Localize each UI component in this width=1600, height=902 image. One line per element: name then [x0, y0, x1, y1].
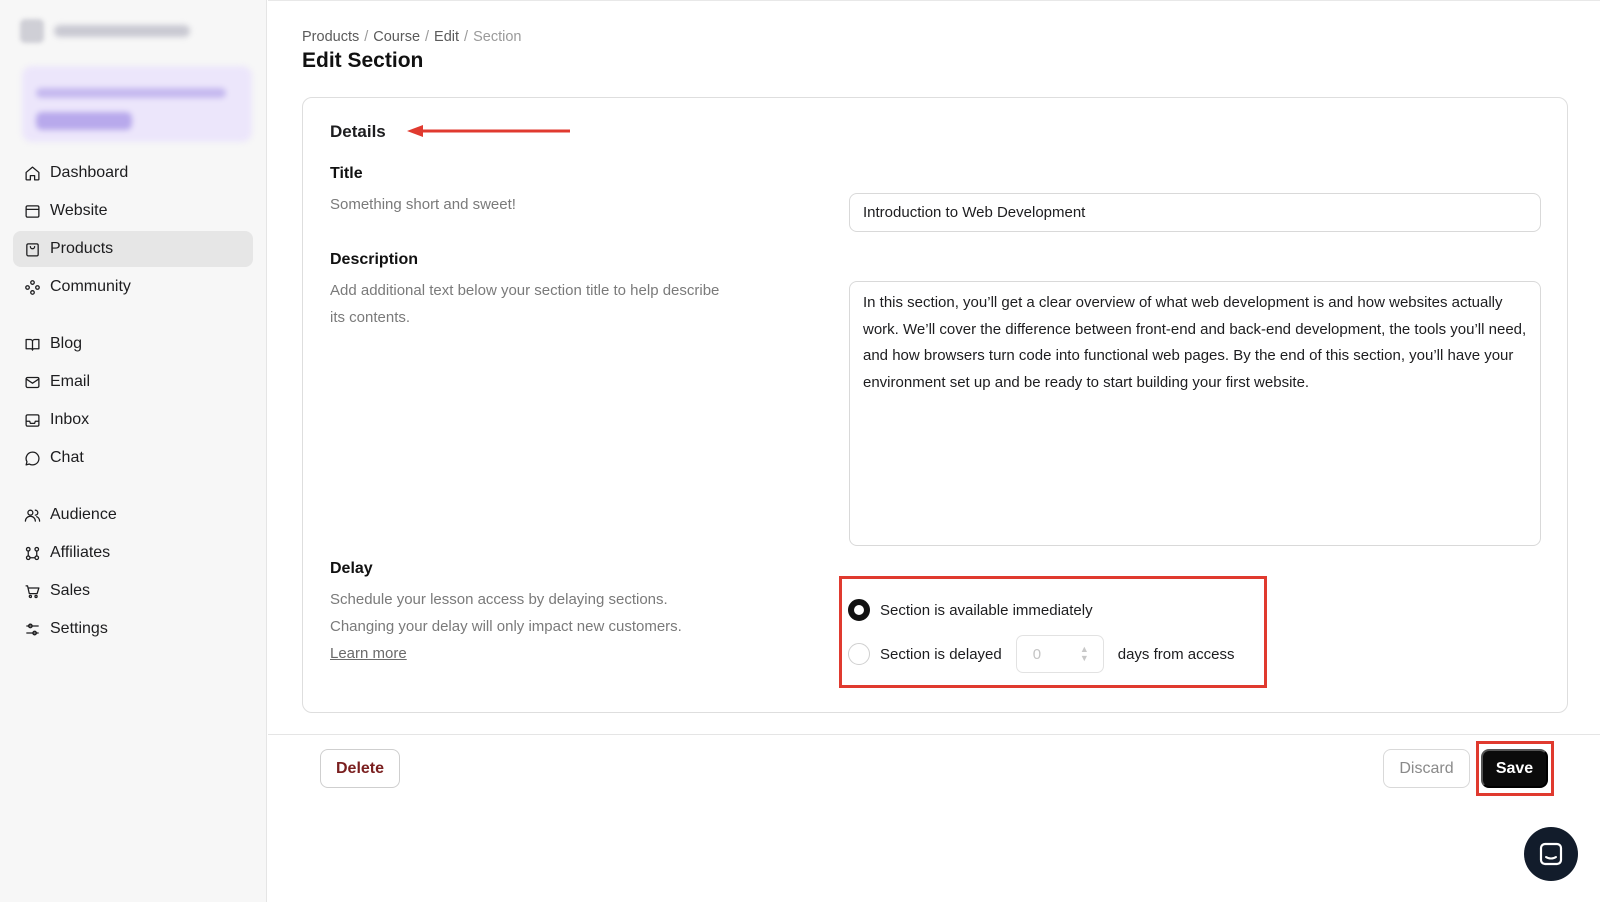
nav-group-content: Blog Email Inbox Chat — [13, 326, 253, 476]
delay-option-immediate[interactable]: Section is available immediately — [848, 599, 1093, 621]
promo-banner[interactable] — [22, 66, 252, 142]
delay-options-highlight: Section is available immediately Section… — [839, 576, 1267, 688]
radio-delayed[interactable] — [848, 643, 870, 665]
sidebar-item-label: Website — [50, 202, 108, 219]
sidebar-item-inbox[interactable]: Inbox — [13, 402, 253, 438]
sidebar-item-products[interactable]: Products — [13, 231, 253, 267]
sidebar-item-dashboard[interactable]: Dashboard — [13, 155, 253, 191]
sidebar-item-label: Products — [50, 240, 114, 257]
sidebar-item-chat[interactable]: Chat — [13, 440, 253, 476]
description-textarea[interactable]: In this section, you’ll get a clear over… — [849, 281, 1541, 546]
days-suffix: days from access — [1117, 645, 1235, 663]
sidebar: Dashboard Website Products Community Blo… — [0, 0, 267, 902]
home-icon — [23, 164, 41, 182]
radio-immediate-label: Section is available immediately — [880, 601, 1093, 619]
sidebar-item-blog[interactable]: Blog — [13, 326, 253, 362]
title-input[interactable] — [849, 193, 1541, 232]
sidebar-item-community[interactable]: Community — [13, 269, 253, 305]
sidebar-nav: Dashboard Website Products Community Blo… — [13, 155, 253, 668]
breadcrumb: Products / Course / Edit / Section — [302, 29, 522, 45]
sidebar-item-sales[interactable]: Sales — [13, 573, 253, 609]
footer-divider — [268, 734, 1600, 735]
annotation-arrow-icon — [407, 125, 570, 137]
sidebar-item-label: Community — [50, 278, 131, 295]
nav-group-main: Dashboard Website Products Community — [13, 155, 253, 305]
radio-delayed-label: Section is delayed — [880, 645, 1002, 663]
chat-launcher-button[interactable] — [1524, 827, 1578, 881]
mail-icon — [23, 373, 41, 391]
nav-group-business: Audience Affiliates Sales Settings — [13, 497, 253, 647]
details-card: Details Title Something short and sweet!… — [302, 97, 1568, 713]
sidebar-item-settings[interactable]: Settings — [13, 611, 253, 647]
delay-label: Delay — [330, 560, 373, 577]
delay-days-value: 0 — [1032, 645, 1042, 663]
sidebar-item-label: Dashboard — [50, 164, 129, 181]
delay-option-delayed[interactable]: Section is delayed 0 ▲ ▼ days from access — [848, 635, 1234, 673]
affiliates-icon — [23, 544, 41, 562]
breadcrumb-course[interactable]: Course — [373, 29, 420, 45]
delay-help: Schedule your lesson access by delaying … — [330, 586, 720, 667]
sidebar-item-email[interactable]: Email — [13, 364, 253, 400]
chat-bubble-icon — [23, 449, 41, 467]
stepper-arrows-icon[interactable]: ▲ ▼ — [1080, 645, 1089, 663]
inbox-icon — [23, 411, 41, 429]
description-label: Description — [330, 251, 419, 268]
sidebar-item-affiliates[interactable]: Affiliates — [13, 535, 253, 571]
cart-icon — [23, 582, 41, 600]
discard-button[interactable]: Discard — [1383, 749, 1470, 788]
brand-name — [54, 25, 190, 37]
users-icon — [23, 506, 41, 524]
delay-help-text: Schedule your lesson access by delaying … — [330, 591, 682, 635]
brand-logo — [20, 19, 44, 43]
book-icon — [23, 335, 41, 353]
sidebar-item-label: Email — [50, 373, 91, 390]
sidebar-item-label: Audience — [50, 506, 117, 523]
title-help: Something short and sweet! — [330, 196, 516, 213]
sidebar-item-label: Affiliates — [50, 544, 111, 561]
page-title: Edit Section — [302, 49, 424, 72]
sidebar-item-label: Sales — [50, 582, 91, 599]
breadcrumb-products[interactable]: Products — [302, 29, 359, 45]
chat-launcher-icon — [1539, 842, 1563, 866]
sidebar-item-website[interactable]: Website — [13, 193, 253, 229]
sidebar-item-label: Chat — [50, 449, 84, 466]
brand[interactable] — [20, 18, 190, 44]
bag-icon — [23, 240, 41, 258]
sidebar-item-label: Blog — [50, 335, 83, 352]
title-label: Title — [330, 165, 363, 182]
community-icon — [23, 278, 41, 296]
main-content: Products / Course / Edit / Section Edit Sectio… — [268, 0, 1600, 902]
delete-button[interactable]: Delete — [320, 749, 400, 788]
breadcrumb-edit[interactable]: Edit — [434, 29, 459, 45]
learn-more-link[interactable]: Learn more — [330, 645, 407, 662]
description-help: Add additional text below your section t… — [330, 282, 720, 326]
sidebar-item-audience[interactable]: Audience — [13, 497, 253, 533]
breadcrumb-current: Section — [473, 29, 522, 45]
sliders-icon — [23, 620, 41, 638]
save-button[interactable]: Save — [1481, 749, 1548, 788]
window-icon — [23, 202, 41, 220]
delay-days-input[interactable]: 0 ▲ ▼ — [1015, 635, 1104, 673]
sidebar-item-label: Inbox — [50, 411, 90, 428]
sidebar-item-label: Settings — [50, 620, 108, 637]
radio-immediate[interactable] — [848, 599, 870, 621]
details-heading: Details — [330, 122, 386, 141]
